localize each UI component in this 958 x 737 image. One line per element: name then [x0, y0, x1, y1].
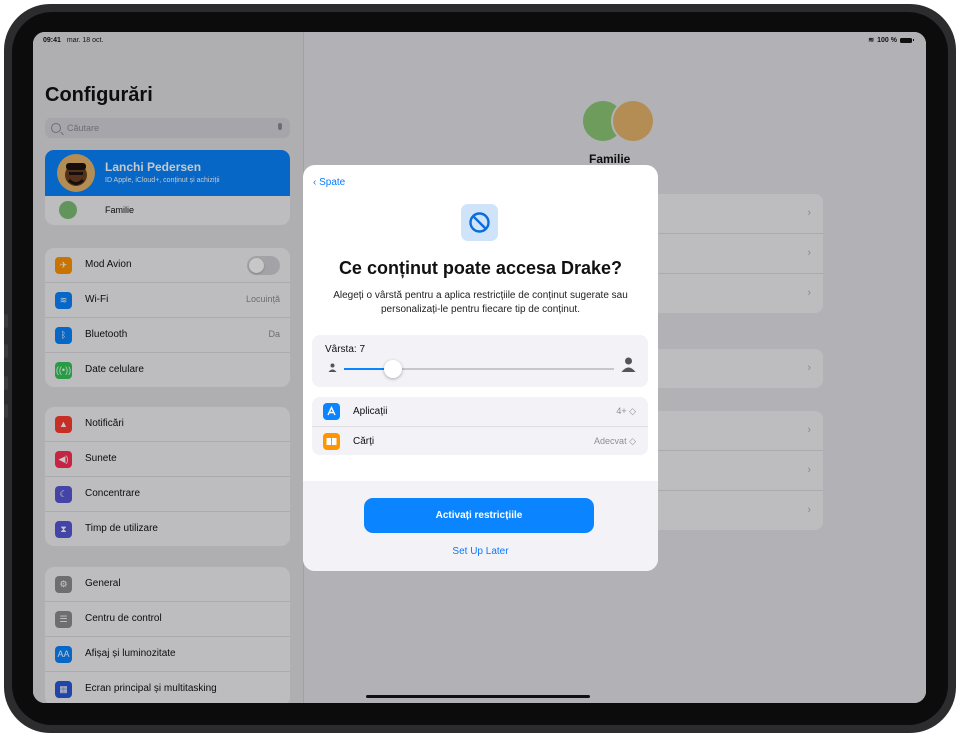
books-icon — [323, 433, 340, 450]
category-books[interactable]: Cărți Adecvat ◇ — [312, 426, 648, 456]
category-value: Adecvat ◇ — [594, 436, 636, 446]
side-button — [4, 344, 8, 358]
side-button — [4, 404, 8, 418]
restriction-icon — [461, 204, 498, 241]
back-button[interactable]: ‹ Spate — [313, 177, 345, 188]
battery-icon — [900, 37, 914, 43]
status-date: mar. 18 oct. — [66, 37, 104, 44]
home-indicator — [366, 695, 590, 698]
category-value: 4+ ◇ — [616, 406, 636, 416]
set-up-later-button[interactable]: Set Up Later — [303, 546, 658, 557]
screen: 09:41 mar. 18 oct. ≋ 100 % Configurări C… — [33, 32, 926, 703]
side-button — [4, 314, 8, 328]
wifi-icon: ≋ — [868, 37, 875, 44]
age-slider-handle[interactable] — [383, 360, 402, 378]
app-store-icon — [323, 403, 340, 420]
age-label: Vârsta: 7 — [325, 344, 366, 355]
category-apps[interactable]: Aplicații 4+ ◇ — [312, 397, 648, 426]
enable-restrictions-button[interactable]: Activați restricțiile — [364, 498, 594, 533]
person-large-icon — [621, 357, 636, 372]
age-slider[interactable] — [344, 360, 614, 378]
content-categories: Aplicații 4+ ◇ Cărți Adecvat ◇ — [312, 397, 648, 455]
status-bar: 09:41 mar. 18 oct. ≋ 100 % — [33, 32, 926, 48]
content-restrictions-modal: ‹ Spate Ce conținut poate accesa Drake? … — [303, 165, 658, 571]
battery-percent: 100 % — [877, 36, 897, 44]
category-label: Aplicații — [353, 406, 388, 417]
back-label: Spate — [319, 177, 346, 188]
age-selector: Vârsta: 7 — [312, 335, 648, 387]
modal-title: Ce conținut poate accesa Drake? — [338, 258, 623, 278]
modal-description: Alegeți o vârstă pentru a aplica restric… — [333, 290, 628, 315]
category-label: Cărți — [353, 436, 375, 447]
status-time: 09:41 — [43, 37, 61, 44]
person-small-icon — [328, 363, 337, 372]
side-button — [4, 376, 8, 390]
